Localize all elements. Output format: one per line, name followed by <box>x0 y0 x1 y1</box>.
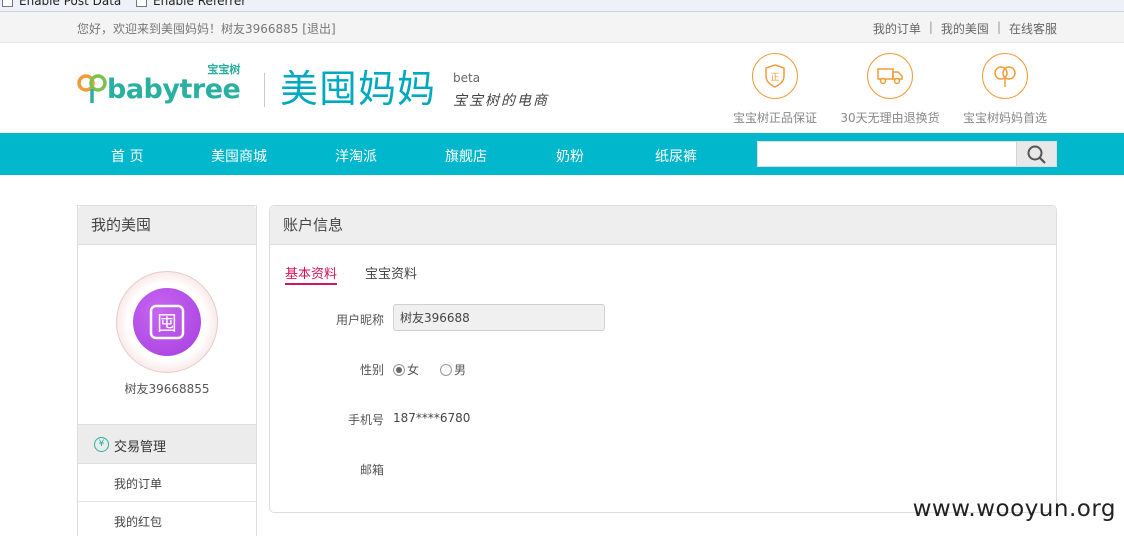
delivery-truck-icon <box>867 53 913 99</box>
nav-yangtaopai[interactable]: 洋淘派 <box>335 146 377 166</box>
svg-text:正: 正 <box>770 73 779 83</box>
debug-toolbar: Enable Post Data Enable Referrer <box>0 0 1124 12</box>
top-link-my-orders[interactable]: 我的订单 <box>873 20 921 37</box>
top-link-my-meitun[interactable]: 我的美囤 <box>941 20 989 37</box>
sidebar-section-transactions: ¥ 交易管理 <box>78 424 256 464</box>
gender-male-radio[interactable] <box>440 363 453 376</box>
yen-icon: ¥ <box>94 437 109 452</box>
nickname-input[interactable] <box>393 304 605 331</box>
guarantee-return[interactable]: 30天无理由退换货 <box>835 53 945 126</box>
account-info-panel: 账户信息 基本资料 宝宝资料 用户昵称 性别 女 男 手机号 187****67… <box>269 205 1057 513</box>
phone-label: 手机号 <box>347 413 384 427</box>
nav-diapers[interactable]: 纸尿裤 <box>655 146 697 166</box>
guarantee-preferred[interactable]: 宝宝树妈妈首选 <box>950 53 1060 126</box>
top-strip: 您好，欢迎来到美囤妈妈！树友3966885 [退出] 我的订单 | 我的美囤 |… <box>0 12 1124 43</box>
watermark: www.wooyun.org <box>912 496 1116 522</box>
sidebar-title: 我的美囤 <box>78 206 256 245</box>
guarantee-authentic[interactable]: 正 宝宝树正品保证 <box>720 53 830 126</box>
babytree-logo[interactable]: babytree 宝宝树 <box>77 63 241 105</box>
sidebar-item-my-redpacket[interactable]: 我的红包 <box>78 502 256 536</box>
phone-value: 187****6780 <box>393 411 471 425</box>
beta-label: beta <box>453 71 481 85</box>
tab-baby-info[interactable]: 宝宝资料 <box>365 263 417 282</box>
account-info-title: 账户信息 <box>270 206 1056 245</box>
top-links: 我的订单 | 我的美囤 | 在线客服 <box>872 20 1057 37</box>
sidebar: 我的美囤 囤 树友39668855 ¥ 交易管理 我的订单 我的红包 <box>77 205 257 536</box>
babytree-logo-icon <box>77 69 107 105</box>
gender-male-label: 男 <box>454 363 467 377</box>
site-header: babytree 宝宝树 美囤妈妈 beta 宝宝树的电商 正 宝宝树正品保证 … <box>0 43 1124 133</box>
enable-referrer-option[interactable]: Enable Referrer <box>136 0 246 8</box>
babytree-logo-cn: 宝宝树 <box>207 63 241 76</box>
meitun-logo[interactable]: 美囤妈妈 <box>280 67 436 111</box>
meitun-avatar-icon: 囤 <box>149 304 185 340</box>
gender-radio-group: 女 男 <box>393 361 466 378</box>
checkbox[interactable] <box>2 0 13 7</box>
sidebar-section-title: 交易管理 <box>114 440 167 455</box>
nav-milk-powder[interactable]: 奶粉 <box>556 146 584 166</box>
enable-post-data-option[interactable]: Enable Post Data <box>2 0 121 8</box>
tree-icon <box>982 53 1028 99</box>
nav-meitun-mall[interactable]: 美囤商城 <box>211 146 267 166</box>
email-label: 邮箱 <box>359 463 384 477</box>
main-nav: 首 页 美囤商城 洋淘派 旗舰店 奶粉 纸尿裤 <box>0 133 1124 175</box>
top-link-online-service[interactable]: 在线客服 <box>1009 20 1057 37</box>
tab-basic-info[interactable]: 基本资料 <box>285 263 338 285</box>
svg-text:囤: 囤 <box>157 311 177 335</box>
nav-flagship[interactable]: 旗舰店 <box>445 146 487 166</box>
nickname-label: 用户昵称 <box>335 313 384 327</box>
slogan: 宝宝树的电商 <box>453 93 549 109</box>
logo-divider <box>264 73 265 107</box>
authentic-badge-icon: 正 <box>752 53 798 99</box>
search-button[interactable] <box>1016 142 1056 166</box>
checkbox[interactable] <box>136 0 147 7</box>
gender-female-radio[interactable] <box>393 363 405 376</box>
babytree-logo-text: babytree <box>107 74 241 105</box>
sidebar-item-my-orders[interactable]: 我的订单 <box>78 464 256 502</box>
search-box <box>757 141 1057 167</box>
nav-home[interactable]: 首 页 <box>111 146 143 166</box>
gender-female-label: 女 <box>407 363 420 377</box>
gender-label: 性别 <box>359 363 384 377</box>
avatar[interactable]: 囤 <box>133 288 201 356</box>
search-icon <box>1027 145 1046 164</box>
sidebar-username: 树友39668855 <box>124 382 210 396</box>
avatar-frame: 囤 <box>116 271 218 373</box>
search-input[interactable] <box>758 142 1018 166</box>
welcome-text: 您好，欢迎来到美囤妈妈！树友3966885 [退出] <box>77 22 336 36</box>
